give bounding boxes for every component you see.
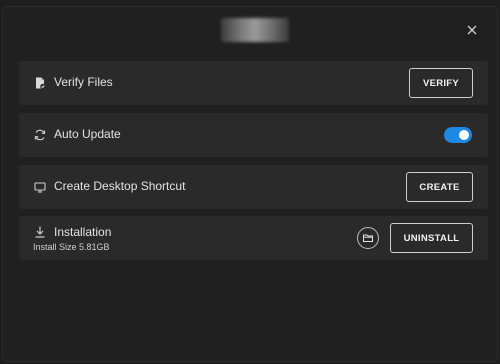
- refresh-icon: [33, 128, 47, 142]
- folder-icon: [363, 234, 373, 242]
- dialog-title-redacted: [221, 18, 289, 42]
- install-size-text: Install Size 5.81GB: [33, 242, 110, 252]
- desktop-shortcut-label: Create Desktop Shortcut: [54, 179, 186, 193]
- verify-files-row: Verify Files VERIFY: [19, 61, 488, 105]
- auto-update-toggle[interactable]: [444, 127, 472, 143]
- verify-button[interactable]: VERIFY: [409, 68, 473, 98]
- download-icon: [33, 225, 47, 239]
- auto-update-row: Auto Update: [19, 113, 488, 157]
- app-window: Verify Files VERIFY Auto Update Create D…: [0, 0, 500, 364]
- close-button[interactable]: [463, 21, 481, 39]
- installation-row: Installation Install Size 5.81GB UNINSTA…: [19, 216, 488, 260]
- verify-file-icon: [33, 76, 47, 90]
- desktop-shortcut-row: Create Desktop Shortcut CREATE: [19, 165, 488, 209]
- auto-update-label: Auto Update: [54, 127, 121, 141]
- uninstall-button[interactable]: UNINSTALL: [390, 223, 473, 253]
- monitor-icon: [33, 180, 47, 194]
- open-folder-button[interactable]: [357, 227, 379, 249]
- create-button[interactable]: CREATE: [406, 172, 473, 202]
- toggle-knob: [459, 130, 469, 140]
- close-icon: [467, 25, 477, 35]
- installation-label: Installation: [54, 225, 112, 239]
- verify-files-label: Verify Files: [54, 75, 113, 89]
- settings-dialog: Verify Files VERIFY Auto Update Create D…: [2, 6, 498, 362]
